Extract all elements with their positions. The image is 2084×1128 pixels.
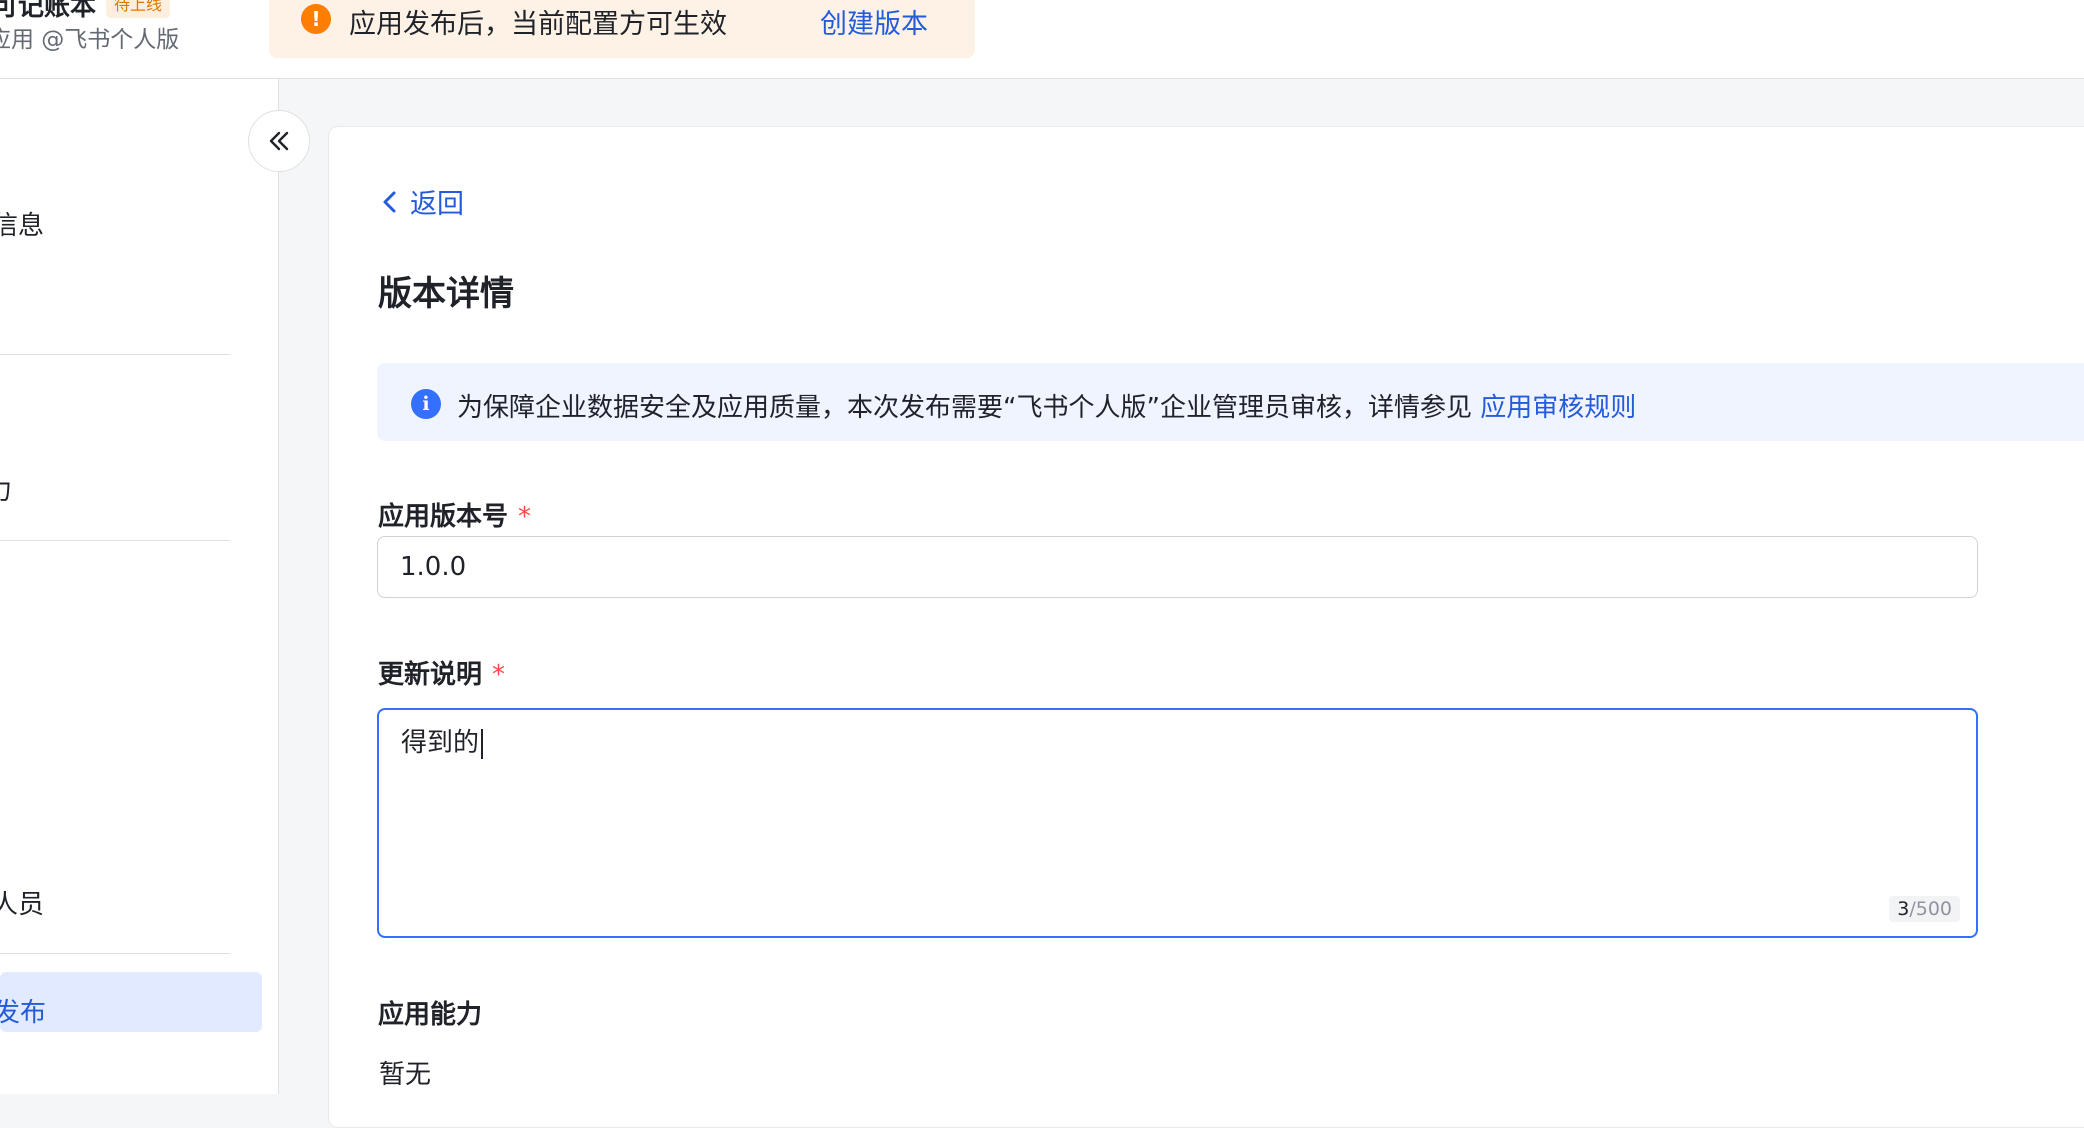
- warning-banner: ! 应用发布后，当前配置方可生效 创建版本: [269, 0, 975, 58]
- banner-text: 应用发布后，当前配置方可生效: [349, 9, 727, 40]
- app-subtitle: 应用 @飞书个人版: [0, 27, 180, 53]
- notes-label: 更新说明 *: [378, 654, 505, 691]
- warning-icon: !: [301, 4, 331, 34]
- sidebar-item-capability[interactable]: 力: [0, 470, 12, 507]
- char-count-max: /500: [1909, 898, 1952, 920]
- info-banner: i 为保障企业数据安全及应用质量，本次发布需要“飞书个人版”企业管理员审核，详情…: [377, 363, 2084, 441]
- text-caret: [481, 728, 484, 759]
- sidebar-item-members[interactable]: 人员: [0, 884, 44, 921]
- capability-empty: 暂无: [379, 1060, 432, 1090]
- sidebar-divider: [0, 540, 230, 541]
- create-version-link[interactable]: 创建版本: [820, 2, 928, 41]
- sidebar-divider: [0, 953, 230, 954]
- back-label: 返回: [410, 189, 464, 220]
- info-text: 为保障企业数据安全及应用质量，本次发布需要“飞书个人版”企业管理员审核，详情参见…: [457, 387, 1636, 424]
- notes-textarea[interactable]: 得到的 3/500: [377, 708, 1978, 938]
- top-header: 可记账本 待上线 应用 @飞书个人版 ! 应用发布后，当前配置方可生效 创建版本: [0, 0, 2084, 79]
- status-badge: 待上线: [106, 0, 171, 18]
- char-counter: 3/500: [1889, 896, 1960, 922]
- version-label: 应用版本号 *: [378, 496, 531, 533]
- sidebar-divider: [0, 354, 230, 355]
- notes-value: 得到的: [401, 728, 480, 758]
- required-mark: *: [492, 660, 506, 690]
- sidebar-item-info[interactable]: 信息: [0, 205, 44, 242]
- char-count-current: 3: [1897, 898, 1910, 920]
- main-card: [328, 126, 2084, 1128]
- review-rules-link[interactable]: 应用审核规则: [1480, 393, 1636, 423]
- notes-text: 得到的: [401, 722, 484, 759]
- back-button[interactable]: 返回: [380, 182, 464, 221]
- info-message: 为保障企业数据安全及应用质量，本次发布需要“飞书个人版”企业管理员审核，详情参见: [457, 393, 1472, 423]
- collapse-sidebar-button[interactable]: [248, 110, 310, 172]
- notes-label-text: 更新说明: [378, 660, 483, 690]
- info-icon: i: [411, 389, 441, 419]
- version-input[interactable]: [377, 536, 1978, 598]
- required-mark: *: [518, 502, 532, 532]
- sidebar-item-publish-label: 发布: [0, 998, 47, 1028]
- capability-label: 应用能力: [378, 1000, 483, 1030]
- version-label-text: 应用版本号: [378, 502, 509, 532]
- double-chevron-left-icon: [269, 131, 289, 151]
- chevron-left-icon: [383, 191, 396, 212]
- page-title: 版本详情: [378, 274, 514, 314]
